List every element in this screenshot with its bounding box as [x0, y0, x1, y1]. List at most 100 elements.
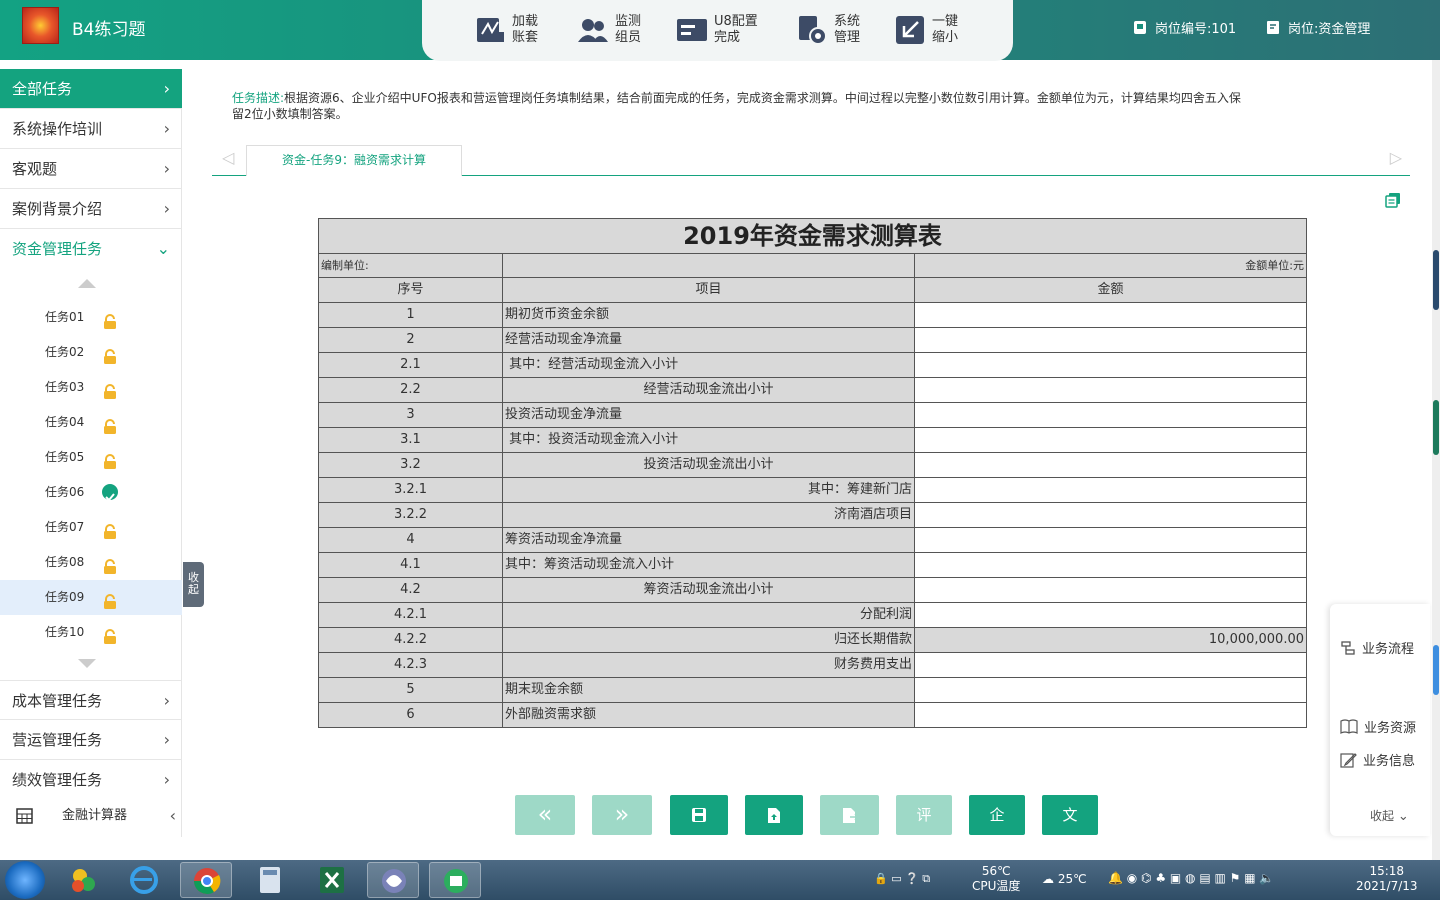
task-label: 任务07 [45, 520, 85, 534]
fund-demand-sheet: 2019年资金需求测算表 编制单位: 金额单位:元 序号 项目 金额 1 期初货币… [318, 218, 1307, 728]
task-item[interactable]: 任务10 [0, 615, 182, 650]
menu-all-tasks[interactable]: 全部任务 › [0, 69, 182, 109]
task-item[interactable]: 任务03 [0, 370, 182, 405]
scroll-thumb[interactable] [1433, 400, 1439, 455]
amount-input[interactable] [915, 453, 1306, 478]
amount-input[interactable] [915, 578, 1306, 603]
task-item[interactable]: 任务02 [0, 335, 182, 370]
menu-fund-tasks[interactable]: 资金管理任务 ⌄ [0, 229, 182, 269]
menu-cost-tasks[interactable]: 成本管理任务 › [0, 680, 182, 720]
tab-task9[interactable]: 资金-任务9：融资需求计算 [246, 145, 462, 176]
business-info-item[interactable]: 业务信息 [1340, 750, 1415, 769]
text-button[interactable]: 文 [1042, 795, 1098, 835]
system-manage-icon [799, 16, 827, 45]
copy-icon[interactable] [1385, 192, 1401, 208]
taskbar-app-1[interactable] [58, 862, 110, 898]
amount-input[interactable] [915, 303, 1306, 328]
edit-doc-icon [1267, 21, 1279, 34]
business-flow-item[interactable]: 业务流程 [1340, 638, 1414, 657]
task-item[interactable]: 任务01 [0, 300, 182, 335]
page-scrollbar[interactable] [1432, 60, 1440, 860]
menu-performance-tasks[interactable]: 绩效管理任务 › [0, 760, 182, 800]
business-resource-item[interactable]: 业务资源 [1340, 717, 1416, 736]
amount-input[interactable] [915, 428, 1306, 453]
chevron-right-icon: › [163, 159, 170, 178]
menu-objective[interactable]: 客观题 › [0, 149, 182, 189]
task-label: 任务06 [45, 485, 85, 499]
row-item: 其中：筹资活动现金流入小计 [503, 553, 915, 578]
weather[interactable]: ☁ 25℃ [1042, 872, 1087, 887]
next-button[interactable]: » [592, 795, 652, 835]
u8-config-button[interactable]: U8配置 完成 [676, 10, 758, 50]
minimize-button[interactable]: 一键 缩小 [894, 10, 958, 50]
start-button[interactable] [5, 861, 45, 899]
tab-prev-icon[interactable]: ◁ [222, 148, 234, 167]
monitor-members-button[interactable]: 监测 组员 [577, 10, 641, 50]
table-row: 2 经营活动现金净流量 [319, 328, 1306, 353]
taskbar-ie[interactable] [118, 862, 170, 898]
enterprise-button[interactable]: 企 [969, 795, 1025, 835]
amount-input[interactable] [915, 678, 1306, 703]
app-header: B4练习题 加载 账套 监测 组员 U8配置 完成 系统 管理 一键 缩小 岗位… [0, 0, 1440, 61]
panel-collapse-button[interactable]: 收起 ⌄ [1370, 807, 1409, 824]
task-item[interactable]: 任务08 [0, 545, 182, 580]
table-row: 6 外部融资需求额 [319, 703, 1306, 728]
row-item: 外部融资需求额 [503, 703, 915, 728]
prev-button[interactable]: « [515, 795, 575, 835]
amount-input[interactable] [915, 553, 1306, 578]
amount-input[interactable] [915, 378, 1306, 403]
export-button[interactable] [820, 795, 879, 835]
lock-icon [102, 379, 118, 399]
amount-input[interactable] [915, 328, 1306, 353]
amount-input[interactable] [915, 478, 1306, 503]
amount-input[interactable] [915, 653, 1306, 678]
taskbar-app-6[interactable] [367, 862, 419, 898]
table-row: 4.2.2 归还长期借款 10,000,000.00 [319, 628, 1306, 653]
clock[interactable]: 15:18 2021/7/13 [1356, 864, 1418, 894]
task-item[interactable]: 任务09 [0, 580, 182, 615]
scroll-thumb[interactable] [1433, 645, 1439, 695]
row-number: 4.2.1 [319, 603, 503, 628]
load-account-button[interactable]: 加载 账套 [474, 10, 538, 50]
amount-input[interactable] [915, 503, 1306, 528]
system-manage-button[interactable]: 系统 管理 [796, 10, 860, 50]
task-label: 任务02 [45, 345, 85, 359]
scroll-up-arrow[interactable] [78, 279, 96, 288]
taskbar-app-7[interactable] [429, 862, 481, 898]
row-item: 筹资活动现金净流量 [503, 528, 915, 553]
amount-input[interactable] [915, 353, 1306, 378]
tab-next-icon[interactable]: ▷ [1390, 148, 1402, 167]
taskbar-excel[interactable] [306, 862, 358, 898]
row-number: 3.2.1 [319, 478, 503, 503]
amount-input[interactable] [915, 403, 1306, 428]
tray-icons-2[interactable]: 🔔 ◉ ⌬ ♣ ▣ ◍ ▤ ▥ ⚑ ▦ 🔈 [1108, 871, 1274, 886]
menu-label: 案例背景介绍 [12, 200, 103, 218]
menu-case-background[interactable]: 案例背景介绍 › [0, 189, 182, 229]
task-item[interactable]: 任务05 [0, 440, 182, 475]
save-button[interactable] [670, 795, 728, 835]
task-item[interactable]: 任务04 [0, 405, 182, 440]
menu-operation-tasks[interactable]: 营运管理任务 › [0, 720, 182, 760]
chevron-right-icon: › [163, 119, 170, 138]
task-item[interactable]: 任务06 [0, 475, 182, 510]
weather-temp: 25℃ [1057, 872, 1087, 886]
amount-input: 10,000,000.00 [915, 628, 1306, 653]
evaluate-button[interactable]: 评 [896, 795, 952, 835]
amount-input[interactable] [915, 528, 1306, 553]
task-label: 任务03 [45, 380, 85, 394]
row-number: 4.2 [319, 578, 503, 603]
amount-input[interactable] [915, 703, 1306, 728]
scroll-thumb[interactable] [1433, 250, 1439, 310]
submit-button[interactable] [745, 795, 803, 835]
row-number: 4.2.3 [319, 653, 503, 678]
taskbar-calculator[interactable] [244, 862, 296, 898]
menu-system-training[interactable]: 系统操作培训 › [0, 109, 182, 149]
sidebar-collapse-tab[interactable]: 收起 [183, 562, 204, 607]
amount-input[interactable] [915, 603, 1306, 628]
taskbar-chrome[interactable] [180, 862, 232, 898]
task-item[interactable]: 任务07 [0, 510, 182, 545]
tray-icons[interactable]: 🔒 ▭ ❔ ⧉ [874, 871, 930, 886]
ie-icon [130, 866, 158, 894]
load-account-icon [477, 18, 504, 42]
scroll-down-arrow[interactable] [78, 659, 96, 668]
